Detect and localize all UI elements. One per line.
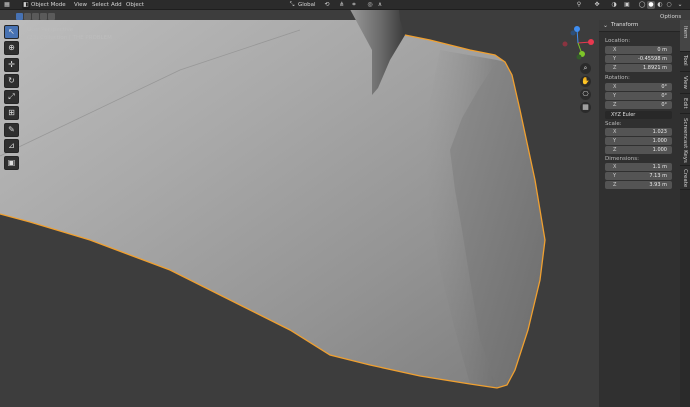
rotate-tool-icon[interactable]: ↻ — [4, 74, 19, 88]
editor-type-icon[interactable]: ▦ — [3, 1, 11, 9]
measure-tool-icon[interactable]: ⊿ — [4, 139, 19, 153]
scale-label: Scale: — [605, 121, 622, 127]
snap-icon[interactable]: ⋔ — [338, 1, 346, 9]
dimensions-x-field[interactable]: X 1.1 m — [605, 163, 672, 171]
camera-icon[interactable]: ⎔ — [580, 89, 591, 100]
orientation-dropdown[interactable]: Global — [298, 1, 316, 9]
scale-y-field[interactable]: Y 1.000 — [605, 137, 672, 145]
location-y-field[interactable]: Y -0.45598 m — [605, 55, 672, 63]
rotation-x-field[interactable]: X 0° — [605, 83, 672, 91]
tab-item[interactable]: Item — [680, 20, 690, 52]
snap-target-icon[interactable]: ⌗ — [350, 1, 358, 9]
tab-screencast-keys[interactable]: Screencast Keys — [680, 114, 690, 166]
location-x-field[interactable]: X0 m — [605, 46, 672, 54]
gizmo-neg-y — [570, 30, 576, 36]
select-intersect-icon[interactable] — [48, 13, 55, 20]
collapse-arrow-icon[interactable]: ⌄ — [603, 22, 608, 29]
location-z-field[interactable]: Z 1.8921 m — [605, 64, 672, 72]
transform-tool-icon[interactable]: ⊞ — [4, 106, 19, 120]
tab-tool[interactable]: Tool — [680, 52, 690, 72]
gizmo-z-axis — [574, 26, 580, 32]
navigation-gizmo[interactable] — [560, 25, 596, 61]
orientation-icon: ⤡ — [289, 1, 295, 8]
move-tool-icon[interactable]: ✛ — [4, 58, 19, 72]
zoom-icon[interactable]: ⌕ — [580, 63, 591, 74]
shading-dropdown-icon[interactable]: ⌄ — [676, 1, 684, 9]
gizmo-neg-z — [576, 54, 582, 60]
menu-view[interactable]: View — [74, 1, 87, 9]
select-new-icon[interactable] — [16, 13, 23, 20]
location-label: Location: — [605, 38, 631, 44]
wireframe-shading-icon[interactable]: ◯ — [638, 1, 646, 9]
select-invert-icon[interactable] — [40, 13, 47, 20]
gizmo-neg-x — [562, 41, 568, 47]
cursor-tool-icon[interactable]: ⊕ — [4, 41, 19, 55]
overlay-icon[interactable]: ◑ — [610, 1, 618, 9]
rotation-label: Rotation: — [605, 75, 630, 81]
rendered-shading-icon[interactable]: ○ — [665, 1, 673, 9]
perspective-grid-icon[interactable]: ▦ — [580, 102, 591, 113]
add-cube-tool-icon[interactable]: ▣ — [4, 156, 19, 170]
object-mode-icon: ◧ — [22, 1, 30, 9]
dimensions-label: Dimensions: — [605, 156, 639, 162]
rotation-y-field[interactable]: Y 0° — [605, 92, 672, 100]
visibility-icon[interactable]: ⚲ — [575, 1, 583, 9]
sidebar-panel: ⌄ Transform Location: X0 m Y -0.45598 m Z… — [599, 20, 680, 407]
mode-dropdown[interactable]: Object Mode — [31, 1, 66, 9]
solid-shading-icon[interactable]: ● — [647, 1, 655, 9]
scale-z-field[interactable]: Z 1.000 — [605, 146, 672, 154]
tab-create[interactable]: Create — [680, 166, 690, 190]
transform-panel-header[interactable]: ⌄ Transform — [599, 20, 680, 32]
proportional-edit-icon[interactable]: ◎ — [366, 1, 374, 9]
falloff-icon[interactable]: ∧ — [376, 1, 384, 9]
xray-icon[interactable]: ▣ — [623, 1, 631, 9]
menu-object[interactable]: Object — [126, 1, 144, 9]
3d-viewport[interactable] — [0, 0, 690, 407]
collection-label: (23) Collection | THE PROBLEM — [27, 35, 112, 41]
rotation-mode-dropdown[interactable]: XYZ Euler — [605, 111, 672, 119]
viewport-canvas — [0, 0, 546, 389]
menu-add[interactable]: Add — [111, 1, 122, 9]
material-shading-icon[interactable]: ◐ — [656, 1, 664, 9]
scale-tool-icon[interactable]: ⤢ — [4, 90, 19, 104]
viewport-header: ▦ ◧ Object Mode View Select Add Object ⤡… — [0, 0, 690, 10]
view-name: User Perspective — [27, 27, 74, 33]
select-subtract-icon[interactable] — [32, 13, 39, 20]
pivot-icon[interactable]: ⟲ — [323, 1, 331, 9]
dimensions-z-field[interactable]: Z 3.93 m — [605, 181, 672, 189]
select-box-tool-icon[interactable]: ↖ — [4, 25, 19, 39]
tab-edit[interactable]: Edit — [680, 94, 690, 114]
gizmo-x-axis — [588, 39, 594, 45]
dimensions-y-field[interactable]: Y 7.13 m — [605, 172, 672, 180]
annotate-tool-icon[interactable]: ✎ — [4, 123, 19, 137]
tab-view[interactable]: View — [680, 72, 690, 94]
scale-x-field[interactable]: X 1.023 — [605, 128, 672, 136]
sidebar-tabs: Item Tool View Edit Screencast Keys Crea… — [680, 20, 690, 407]
select-extend-icon[interactable] — [24, 13, 31, 20]
menu-select[interactable]: Select — [92, 1, 109, 9]
gizmo-icon[interactable]: ✥ — [593, 1, 601, 9]
panel-title: Transform — [611, 22, 639, 28]
pan-hand-icon[interactable]: ✋ — [580, 76, 591, 87]
rotation-z-field[interactable]: Z 0° — [605, 101, 672, 109]
